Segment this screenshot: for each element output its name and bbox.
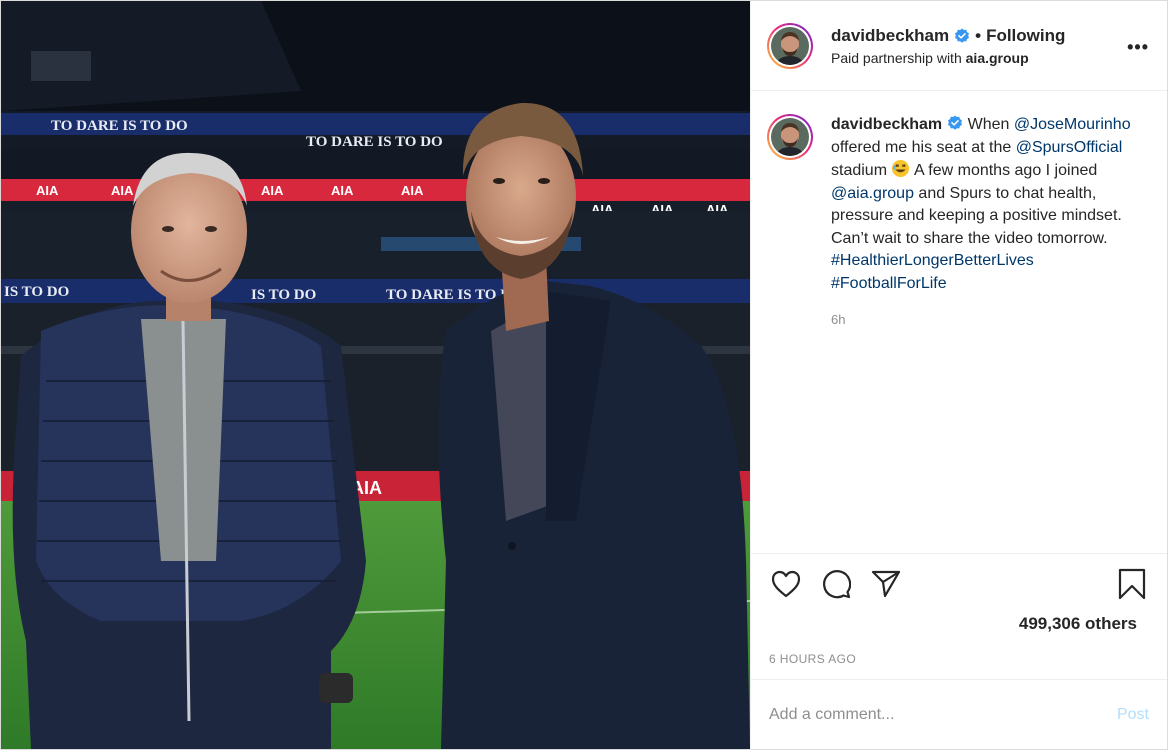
banner-text: TO DARE IS TO DO (51, 118, 188, 134)
post-timestamp[interactable]: 6 HOURS AGO (769, 652, 856, 666)
verified-badge-icon (948, 115, 963, 130)
avatar[interactable] (767, 22, 813, 69)
caption-section: davidbeckham When @JoseMourinho offered … (751, 91, 1167, 553)
caption-part: When (963, 116, 1014, 133)
svg-text:AIA: AIA (111, 183, 134, 198)
comment-input[interactable] (769, 705, 1117, 724)
caption-part: stadium (831, 162, 892, 179)
hashtag-link[interactable]: #FootballForLife (831, 275, 947, 292)
caption-time[interactable]: 6h (831, 309, 1141, 332)
comment-bar: Post (751, 679, 1167, 749)
post-header: davidbeckham • Following Paid partnershi… (751, 1, 1167, 91)
send-icon (871, 570, 901, 598)
caption-text: davidbeckham When @JoseMourinho offered … (831, 114, 1141, 553)
hashtag-link[interactable]: #HealthierLongerBetterLives (831, 252, 1034, 269)
separator-dot: • (975, 25, 982, 45)
save-button[interactable] (1115, 567, 1149, 601)
caption-avatar[interactable] (767, 114, 813, 160)
verified-badge-icon (955, 28, 970, 43)
mention-link[interactable]: @SpursOfficial (1016, 139, 1123, 156)
svg-text:TO DARE IS TO DO: TO DARE IS TO DO (306, 134, 443, 150)
post-comment-button[interactable]: Post (1117, 706, 1149, 724)
likes-count[interactable]: 499,306 others (1019, 614, 1137, 634)
svg-text:AIA: AIA (331, 183, 354, 198)
svg-text:AIA: AIA (401, 183, 424, 198)
svg-text:AIA: AIA (36, 183, 59, 198)
avatar-image (771, 118, 809, 156)
paid-partnership-label: Paid partnership with aia.group (831, 50, 1065, 66)
post-photo[interactable]: TO DARE IS TO DO TO DARE IS TO DO AIA AIA… (1, 1, 750, 749)
caption-part: offered me his seat at the (831, 138, 1016, 156)
username-link[interactable]: davidbeckham (831, 26, 949, 46)
following-button[interactable]: Following (986, 26, 1065, 46)
heart-icon (771, 570, 801, 598)
post-sidebar: davidbeckham • Following Paid partnershi… (750, 1, 1167, 749)
svg-text:IS TO DO: IS TO DO (251, 287, 316, 303)
comment-button[interactable] (819, 567, 853, 601)
share-button[interactable] (869, 567, 903, 601)
paid-partnership-prefix: Paid partnership with (831, 49, 966, 66)
mention-link[interactable]: @JoseMourinho (1014, 116, 1131, 133)
more-options-button[interactable]: ••• (1127, 37, 1149, 58)
like-button[interactable] (769, 567, 803, 601)
stadium-photo: TO DARE IS TO DO TO DARE IS TO DO AIA AIA… (1, 1, 750, 749)
avatar-image (771, 26, 809, 65)
bookmark-icon (1118, 568, 1146, 600)
svg-text:AIA: AIA (261, 183, 284, 198)
rofl-emoji-icon (892, 159, 910, 178)
caption-part: A few months ago I joined (910, 162, 1098, 179)
caption-username[interactable]: davidbeckham (831, 116, 942, 133)
instagram-post: TO DARE IS TO DO TO DARE IS TO DO AIA AIA… (0, 0, 1168, 750)
mention-link[interactable]: @aia.group (831, 185, 914, 202)
svg-text:IS TO DO: IS TO DO (4, 284, 69, 300)
action-bar: 499,306 others 6 HOURS AGO (751, 553, 1167, 679)
comment-icon (823, 570, 851, 599)
partner-link[interactable]: aia.group (966, 50, 1029, 66)
